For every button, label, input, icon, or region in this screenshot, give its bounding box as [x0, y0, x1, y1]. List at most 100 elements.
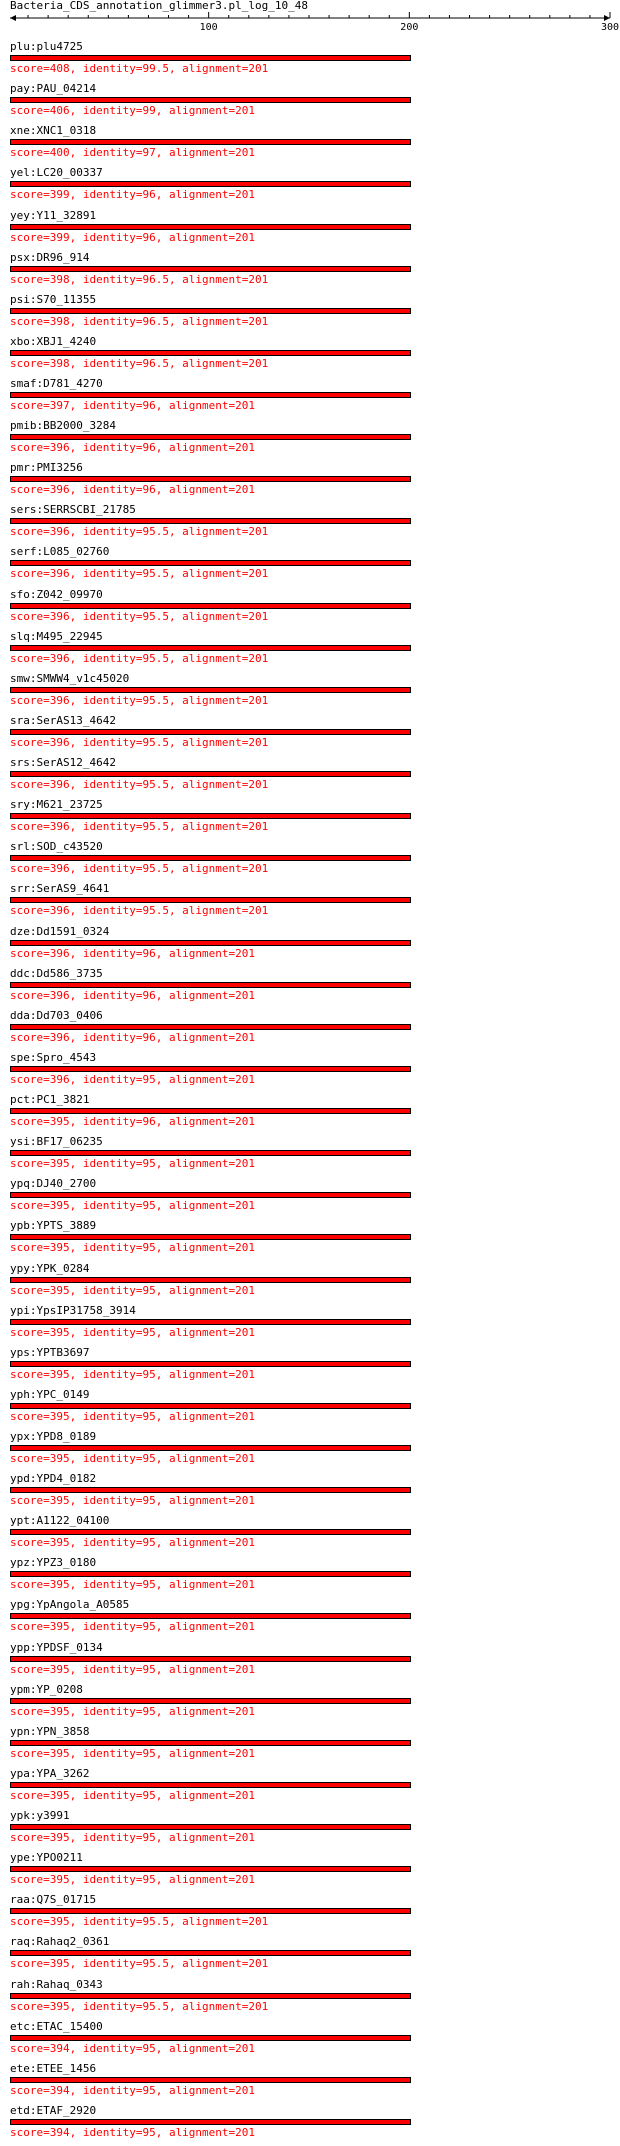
- hit-row: srr:SerAS9_4641 score=396, identity=95.5,…: [0, 882, 620, 924]
- hit-row: ypq:DJ40_2700 score=395, identity=95, ali…: [0, 1177, 620, 1219]
- hit-score: score=396, identity=95.5, alignment=201: [10, 862, 269, 876]
- hit-score: score=396, identity=95.5, alignment=201: [10, 651, 269, 665]
- hit-score: score=395, identity=95, alignment=201: [10, 1873, 256, 1887]
- hit-score: score=395, identity=95, alignment=201: [10, 1241, 256, 1255]
- hit-score: score=396, identity=95.5, alignment=201: [10, 609, 269, 623]
- alignment-bar: [10, 97, 412, 104]
- alignment-bar: [10, 1023, 412, 1030]
- alignment-bar: [10, 728, 412, 735]
- hit-name: plu:plu4725: [10, 40, 83, 53]
- hit-row: yey:Y11_32891 score=399, identity=96, ali…: [0, 209, 620, 251]
- hit-score: score=396, identity=95.5, alignment=201: [10, 778, 269, 791]
- hit-row: slq:M495_22945 score=396, identity=95.5, …: [0, 630, 620, 672]
- hit-score: score=396, identity=95.5, alignment=201: [10, 693, 269, 707]
- ruler-axis: Bacteria_CDS_annotation_glimmer3.pl_log_…: [10, 0, 619, 33]
- figure-title: Bacteria_CDS_annotation_glimmer3.pl_log_…: [10, 0, 308, 12]
- hit-row: pmib:BB2000_3284 score=396, identity=96, …: [0, 419, 620, 461]
- hit-name: raa:Q7S_01715: [10, 1893, 97, 1907]
- alignment-bar: [10, 223, 412, 230]
- axis-arrow-left: [10, 15, 16, 21]
- alignment-bar: [10, 771, 412, 777]
- alignment-bar: [10, 1866, 412, 1873]
- hit-name: ypa:YPA_3262: [10, 1766, 90, 1780]
- hit-name: smaf:D781_4270: [10, 377, 103, 390]
- alignment-bar: [10, 1824, 412, 1830]
- hit-row: plu:plu4725 score=408, identity=99.5, ali…: [0, 40, 620, 82]
- hit-score: score=395, identity=95, alignment=201: [10, 1831, 256, 1844]
- alignment-bar: [10, 1908, 412, 1915]
- hit-name: ypg:YpAngola_A0585: [10, 1598, 130, 1612]
- hit-score: score=399, identity=96, alignment=201: [10, 230, 256, 244]
- hit-name: ypq:DJ40_2700: [10, 1177, 97, 1191]
- alignment-bar: [10, 897, 412, 904]
- hit-score: score=396, identity=95.5, alignment=201: [10, 904, 269, 918]
- hit-name: etc:ETAC_15400: [10, 2019, 103, 2033]
- hit-row: xbo:XBJ1_4240 score=398, identity=96.5, a…: [0, 335, 620, 377]
- hit-score: score=396, identity=95.5, alignment=201: [10, 820, 269, 834]
- hit-score: score=395, identity=95, alignment=201: [10, 1578, 256, 1592]
- hit-name: ypm:YP_0208: [10, 1682, 83, 1696]
- alignment-bar: [10, 265, 412, 272]
- hit-name: ypi:YpsIP31758_3914: [10, 1303, 136, 1317]
- alignment-bar: [10, 2118, 412, 2125]
- hit-score: score=394, identity=95, alignment=201: [10, 2125, 256, 2139]
- hit-score: score=395, identity=95, alignment=201: [10, 1662, 256, 1676]
- hit-row: ypm:YP_0208 score=395, identity=95, align…: [0, 1683, 620, 1725]
- hit-row: ypt:A1122_04100 score=395, identity=95, a…: [0, 1514, 620, 1556]
- hit-name: xne:XNC1_0318: [10, 124, 97, 138]
- hit-score: score=406, identity=99, alignment=201: [10, 104, 256, 118]
- hit-name: sry:M621_23725: [10, 798, 103, 812]
- hit-name: yel:LC20_00337: [10, 166, 103, 180]
- hit-score: score=398, identity=96.5, alignment=201: [10, 272, 269, 286]
- ruler-marks: 100 200 300: [10, 12, 619, 33]
- hit-row: smaf:D781_4270 score=397, identity=96, al…: [0, 377, 620, 419]
- alignment-bar: [10, 1613, 412, 1620]
- alignment-bar: [10, 1234, 412, 1241]
- hit-name: sra:SerAS13_4642: [10, 713, 116, 727]
- hit-score: score=396, identity=96, alignment=201: [10, 946, 256, 960]
- hit-name: xbo:XBJ1_4240: [10, 334, 97, 348]
- hit-name: ypz:YPZ3_0180: [10, 1556, 97, 1570]
- alignment-bar: [10, 1150, 412, 1157]
- hit-score: score=396, identity=96, alignment=201: [10, 441, 256, 455]
- hit-name: smw:SMWW4_v1c45020: [10, 671, 130, 685]
- tick-label: 300: [601, 22, 619, 33]
- hit-score: score=399, identity=96, alignment=201: [10, 188, 256, 202]
- hit-row: pct:PC1_3821 score=395, identity=96, alig…: [0, 1093, 620, 1135]
- hit-row: sfo:Z042_09970 score=396, identity=95.5, …: [0, 588, 620, 630]
- alignment-bar: [10, 1655, 412, 1662]
- alignment-bar: [10, 1529, 412, 1536]
- hit-row: xne:XNC1_0318 score=400, identity=97, ali…: [0, 124, 620, 166]
- hit-score: score=395, identity=96, alignment=201: [10, 1115, 256, 1128]
- hit-row: smw:SMWW4_v1c45020 score=396, identity=95…: [0, 672, 620, 714]
- hit-name: ddc:Dd586_3735: [10, 966, 103, 980]
- alignment-bar: [10, 1192, 412, 1199]
- hit-row: yph:YPC_0149 score=395, identity=95, alig…: [0, 1388, 620, 1430]
- hit-score: score=395, identity=95, alignment=201: [10, 1283, 256, 1297]
- hit-row: yps:YPTB3697 score=395, identity=95, alig…: [0, 1346, 620, 1388]
- hit-score: score=394, identity=95, alignment=201: [10, 2083, 256, 2097]
- alignment-bar: [10, 1739, 412, 1746]
- hit-score: score=395, identity=95.5, alignment=201: [10, 1999, 269, 2013]
- hit-row: ypi:YpsIP31758_3914 score=395, identity=9…: [0, 1304, 620, 1346]
- axis-arrow-right: [604, 15, 610, 21]
- hit-row: ypz:YPZ3_0180 score=395, identity=95, ali…: [0, 1556, 620, 1598]
- hit-row: serf:L085_02760 score=396, identity=95.5,…: [0, 545, 620, 587]
- hit-name: serf:L085_02760: [10, 545, 110, 559]
- hit-score: score=398, identity=96.5, alignment=201: [10, 314, 269, 328]
- hit-score: score=396, identity=95.5, alignment=201: [10, 735, 269, 749]
- hit-score: score=395, identity=95, alignment=201: [10, 1367, 256, 1381]
- hit-row: ypy:YPK_0284 score=395, identity=95, alig…: [0, 1262, 620, 1304]
- hit-score: score=398, identity=96.5, alignment=201: [10, 356, 269, 370]
- hit-name: ypk:y3991: [10, 1809, 70, 1822]
- hit-row: dze:Dd1591_0324 score=396, identity=96, a…: [0, 925, 620, 967]
- alignment-bar: [10, 1992, 412, 1999]
- alignment-bar: [10, 434, 412, 441]
- hit-name: pct:PC1_3821: [10, 1093, 90, 1106]
- hit-name: raq:Rahaq2_0361: [10, 1935, 110, 1949]
- hit-row: ypn:YPN_3858 score=395, identity=95, alig…: [0, 1725, 620, 1767]
- hit-name: ypt:A1122_04100: [10, 1514, 110, 1528]
- hit-score: score=396, identity=95, alignment=201: [10, 1072, 256, 1086]
- hit-name: sers:SERRSCBI_21785: [10, 503, 136, 517]
- hit-name: spe:Spro_4543: [10, 1050, 97, 1064]
